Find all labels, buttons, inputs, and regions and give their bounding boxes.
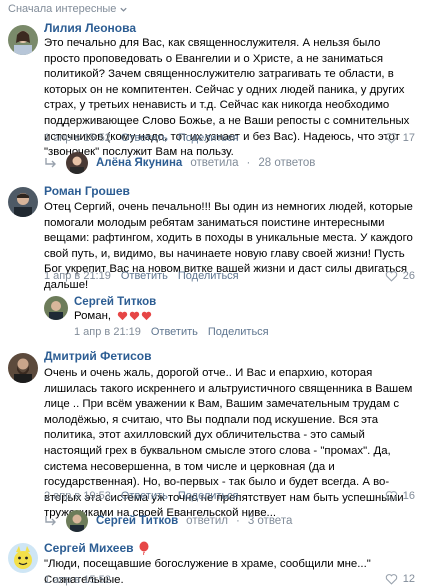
reply-text: Роман, — [74, 309, 274, 325]
avatar[interactable] — [8, 187, 38, 217]
comment-meta: 1 апр в 21:19 Ответить Поделиться — [44, 270, 239, 282]
reply-arrow-icon — [45, 158, 56, 168]
avatar[interactable] — [8, 543, 38, 573]
like-count: 16 — [402, 490, 415, 502]
reply-button[interactable]: Ответить — [121, 490, 168, 502]
reply-date[interactable]: 1 апр в 21:19 — [74, 326, 141, 338]
comment-author[interactable]: Сергей Михеев — [44, 541, 150, 555]
avatar[interactable] — [66, 152, 88, 174]
avatar[interactable] — [8, 25, 38, 55]
share-button[interactable]: Поделиться — [178, 270, 239, 282]
reply-button[interactable]: Ответить — [121, 132, 168, 144]
thread-count[interactable]: 3 ответа — [248, 515, 293, 527]
comment-author[interactable]: Роман Грошев — [44, 184, 130, 198]
comment-author-name: Сергей Михеев — [44, 541, 134, 555]
comment-meta: 1 апр в 15:52 Ответить Поделиться — [44, 132, 239, 144]
like-button[interactable]: 16 — [385, 490, 415, 502]
hearts-emoji — [117, 310, 152, 321]
reply-button[interactable]: Ответить — [121, 270, 168, 282]
heart-outline-icon — [385, 574, 397, 585]
thread-author[interactable]: Сергей Титков — [96, 515, 178, 527]
heart-outline-icon — [385, 491, 397, 502]
reply-text-content: Роман, — [74, 310, 112, 322]
like-count: 26 — [402, 270, 415, 282]
heart-outline-icon — [385, 271, 397, 282]
balloon-icon — [139, 541, 149, 555]
comment-meta: 2 апр в 19:53 Ответить Поделиться — [44, 490, 239, 502]
thread-count[interactable]: 28 ответов — [258, 157, 315, 169]
like-count: 17 — [402, 132, 415, 144]
heart-icon — [142, 311, 152, 321]
reply-meta: 1 апр в 21:19 Ответить Поделиться — [74, 326, 269, 338]
thread-preview[interactable]: Сергей Титков ответил · 3 ответа — [44, 510, 292, 532]
heart-icon — [130, 311, 140, 321]
thread-verb: ответил — [186, 515, 228, 527]
comment-date[interactable]: 1 апр в 15:52 — [44, 132, 111, 144]
comment-date[interactable]: 1 апр в 21:19 — [44, 270, 111, 282]
thread-preview[interactable]: Алёна Якунина ответила · 28 ответов — [44, 152, 315, 174]
reply-author[interactable]: Сергей Титков — [74, 296, 156, 308]
sort-label: Сначала интересные — [8, 3, 117, 15]
share-button[interactable]: Поделиться — [178, 132, 239, 144]
thread-verb: ответила — [190, 157, 239, 169]
reply-button[interactable]: Ответить — [151, 326, 198, 338]
avatar[interactable] — [66, 510, 88, 532]
like-count: 12 — [402, 573, 415, 585]
sort-dropdown[interactable]: Сначала интересные — [8, 1, 128, 17]
avatar[interactable] — [44, 296, 68, 320]
comment-author[interactable]: Дмитрий Фетисов — [44, 349, 152, 363]
comment-date[interactable]: 1 апр в 15:52 — [44, 574, 111, 586]
heart-outline-icon — [385, 133, 397, 144]
avatar[interactable] — [8, 353, 38, 383]
share-button[interactable]: Поделиться — [208, 326, 269, 338]
comment-date[interactable]: 2 апр в 19:53 — [44, 490, 111, 502]
comment-meta: 1 апр в 15:52 — [44, 574, 111, 586]
share-button[interactable]: Поделиться — [178, 490, 239, 502]
thread-author[interactable]: Алёна Якунина — [96, 157, 182, 169]
like-button[interactable]: 17 — [385, 132, 415, 144]
like-button[interactable]: 26 — [385, 270, 415, 282]
reply-arrow-icon — [45, 516, 56, 526]
chevron-down-icon — [120, 7, 128, 12]
heart-icon — [118, 311, 128, 321]
like-button[interactable]: 12 — [385, 573, 415, 585]
comment-author[interactable]: Лилия Леонова — [44, 21, 136, 35]
